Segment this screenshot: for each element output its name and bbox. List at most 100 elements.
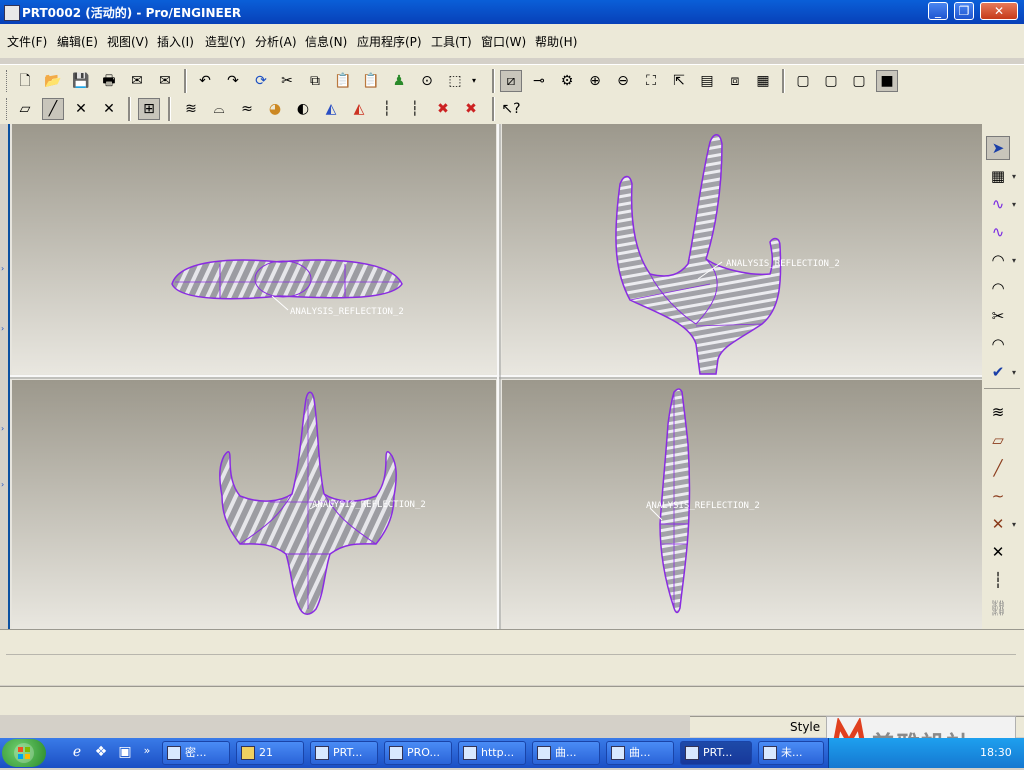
curve-icon[interactable]: ∼ — [986, 484, 1010, 508]
edit-curve-icon[interactable]: ∿ — [986, 220, 1010, 244]
toolbar-grip[interactable] — [6, 70, 10, 92]
sketch-grid-icon[interactable]: ⊞ — [138, 98, 160, 120]
layers-icon[interactable]: ⧈ — [724, 70, 746, 92]
menu-file[interactable]: 文件(F) — [7, 33, 47, 50]
menu-view[interactable]: 视图(V) — [107, 33, 149, 50]
copy-icon[interactable]: ⧉ — [304, 70, 326, 92]
offset-analysis-icon[interactable]: ≈ — [236, 98, 258, 120]
chevron-right-icon[interactable]: › — [1, 480, 4, 489]
restore-button[interactable]: ❐ — [954, 2, 974, 20]
no-hidden-icon[interactable]: ▢ — [848, 70, 870, 92]
task-button[interactable]: 21 — [236, 741, 304, 765]
task-button[interactable]: 曲... — [532, 741, 600, 765]
task-button-active[interactable]: PRT... — [680, 741, 752, 765]
datum-axis-icon[interactable]: ╱ — [42, 98, 64, 120]
app-icon[interactable] — [4, 5, 20, 21]
redo-icon[interactable]: ↷ — [222, 70, 244, 92]
paste-icon[interactable]: 📋 — [332, 70, 354, 92]
coordinate-system-icon[interactable]: ✕ — [98, 98, 120, 120]
view-manager-icon[interactable]: ▦ — [752, 70, 774, 92]
menu-analysis[interactable]: 分析(A) — [255, 33, 297, 50]
find-icon[interactable]: ⊙ — [416, 70, 438, 92]
chevron-more-icon[interactable]: » — [138, 744, 156, 762]
datum-plane-icon[interactable]: ▱ — [14, 98, 36, 120]
open-file-icon[interactable]: 📂 — [42, 70, 64, 92]
new-file-icon[interactable]: 🗋 — [14, 70, 36, 92]
select-box-icon[interactable]: ⬚ — [444, 70, 466, 92]
orient-mode-icon[interactable]: ⚙ — [556, 70, 578, 92]
dihedral-icon[interactable]: ┆ — [376, 98, 398, 120]
delete-all-analysis-icon[interactable]: ✖ — [460, 98, 482, 120]
graphics-area[interactable]: ANALYSIS_REFLECTION_2 ANALYSIS_REFLECTIO… — [10, 124, 982, 629]
reflection-analysis-icon[interactable]: ◐ — [292, 98, 314, 120]
clock[interactable]: 18:30 — [980, 746, 1012, 759]
menu-window[interactable]: 窗口(W) — [481, 33, 526, 50]
sketch-icon[interactable]: ≋ — [986, 400, 1010, 424]
menu-style[interactable]: 造型(Y) — [205, 33, 246, 50]
menu-info[interactable]: 信息(N) — [305, 33, 347, 50]
undo-icon[interactable]: ↶ — [194, 70, 216, 92]
surface-connect-icon[interactable]: ◠ — [986, 276, 1010, 300]
hidden-line-icon[interactable]: ▢ — [820, 70, 842, 92]
curve-analysis-icon[interactable]: ≋ — [180, 98, 202, 120]
task-button[interactable]: http... — [458, 741, 526, 765]
menu-help[interactable]: 帮助(H) — [535, 33, 577, 50]
task-button[interactable]: 未... — [758, 741, 824, 765]
task-button[interactable]: 曲... — [606, 741, 674, 765]
send-mail-icon[interactable]: ✉ — [126, 70, 148, 92]
cut-icon[interactable]: ✂ — [276, 70, 298, 92]
toolbar-grip[interactable] — [6, 98, 10, 120]
plane-icon[interactable]: ▱ — [986, 428, 1010, 452]
save-icon[interactable]: 💾 — [70, 70, 92, 92]
refit-icon[interactable]: ⛶ — [640, 70, 662, 92]
link-icon[interactable]: ⛓ — [986, 596, 1010, 620]
menu-applications[interactable]: 应用程序(P) — [357, 33, 422, 50]
shading-icon[interactable]: ■ — [876, 70, 898, 92]
paste-special-icon[interactable]: 📋 — [360, 70, 382, 92]
spin-center-icon[interactable]: ⊸ — [528, 70, 550, 92]
viewport-front[interactable] — [12, 124, 496, 374]
chevron-right-icon[interactable]: › — [1, 324, 4, 333]
chevron-down-icon[interactable]: ▾ — [468, 70, 480, 92]
saved-views-icon[interactable]: ▤ — [696, 70, 718, 92]
section-analysis-icon[interactable]: ⌓ — [208, 98, 230, 120]
menu-edit[interactable]: 编辑(E) — [57, 33, 98, 50]
print-icon[interactable]: 🖶 — [98, 70, 120, 92]
menu-tools[interactable]: 工具(T) — [431, 33, 472, 50]
repaint-icon[interactable]: ⧄ — [500, 70, 522, 92]
close-button[interactable]: ✕ — [980, 2, 1018, 20]
context-help-icon[interactable]: ↖? — [500, 98, 522, 120]
minimize-button[interactable]: _ — [928, 2, 948, 20]
zoom-out-icon[interactable]: ⊖ — [612, 70, 634, 92]
active-plane-icon[interactable]: ▦ — [986, 164, 1010, 188]
start-button[interactable] — [2, 739, 46, 767]
send-link-icon[interactable]: ✉ — [154, 70, 176, 92]
analysis-icon[interactable]: ┆ — [986, 568, 1010, 592]
chevron-right-icon[interactable]: › — [1, 264, 4, 273]
csys-icon[interactable]: ✕ — [986, 540, 1010, 564]
chevron-right-icon[interactable]: › — [1, 424, 4, 433]
draft-analysis-icon[interactable]: ◭ — [348, 98, 370, 120]
task-button[interactable]: PRO... — [384, 741, 452, 765]
done-check-icon[interactable]: ✔ — [986, 360, 1010, 384]
zoom-in-icon[interactable]: ⊕ — [584, 70, 606, 92]
create-curve-icon[interactable]: ∿ — [986, 192, 1010, 216]
ie-icon[interactable]: ℯ — [68, 744, 86, 762]
save-analysis-icon[interactable]: ┆ — [404, 98, 426, 120]
task-button[interactable]: 密... — [162, 741, 230, 765]
task-button[interactable]: PRT... — [310, 741, 378, 765]
model-tree-icon[interactable]: ♟ — [388, 70, 410, 92]
wireframe-icon[interactable]: ▢ — [792, 70, 814, 92]
trim-surface-icon[interactable]: ✂ — [986, 304, 1010, 328]
select-arrow-icon[interactable]: ➤ — [986, 136, 1010, 160]
reorient-icon[interactable]: ⇱ — [668, 70, 690, 92]
slope-analysis-icon[interactable]: ◭ — [320, 98, 342, 120]
point-icon[interactable]: ✕ — [986, 512, 1010, 536]
delete-analysis-icon[interactable]: ✖ — [432, 98, 454, 120]
gaussian-curvature-icon[interactable]: ◕ — [264, 98, 286, 120]
menu-insert[interactable]: 插入(I) — [157, 33, 194, 50]
axis-icon[interactable]: ╱ — [986, 456, 1010, 480]
explorer-icon[interactable]: ❖ — [92, 744, 110, 762]
regenerate-icon[interactable]: ⟳ — [250, 70, 272, 92]
desktop-icon[interactable]: ▣ — [116, 744, 134, 762]
